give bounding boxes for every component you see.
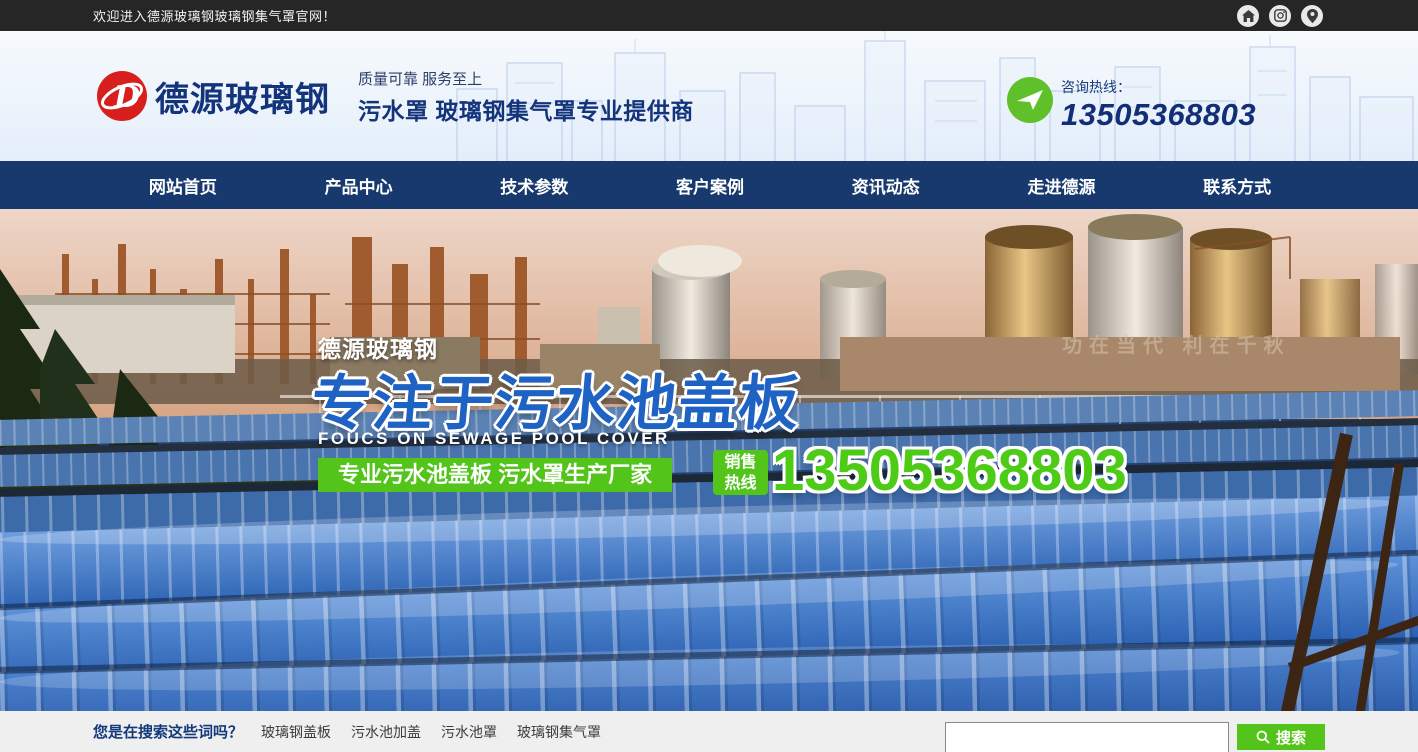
header: D 德源玻璃钢 质量可靠 服务至上 污水罩 玻璃钢集气罩专业提供商 咨询热线： … bbox=[0, 31, 1418, 161]
keyword-link-0[interactable]: 玻璃钢盖板 bbox=[261, 722, 331, 742]
hero-photo bbox=[0, 209, 1418, 711]
sales-hotline-number: 13505368803 bbox=[772, 437, 1127, 504]
camera-icon[interactable] bbox=[1269, 5, 1291, 27]
keyword-link-2[interactable]: 污水池罩 bbox=[441, 722, 497, 742]
hero-banner: 功在当代 利在千秋 德源玻璃钢 专注于污水池盖板 FOUCS ON SEWAGE… bbox=[0, 209, 1418, 711]
search-prompt: 您是在搜索这些词吗？ bbox=[93, 721, 243, 742]
home-icon[interactable] bbox=[1237, 5, 1259, 27]
topbar-social-icons bbox=[1237, 5, 1323, 27]
nav-item-news[interactable]: 资讯动态 bbox=[798, 161, 974, 209]
search-bar: 您是在搜索这些词吗？ 玻璃钢盖板 污水池加盖 污水池罩 玻璃钢集气罩 搜索 bbox=[0, 711, 1418, 752]
hero-cta-button[interactable]: 专业污水池盖板 污水罩生产厂家 bbox=[318, 458, 672, 492]
nav-item-products[interactable]: 产品中心 bbox=[271, 161, 447, 209]
keyword-link-3[interactable]: 玻璃钢集气罩 bbox=[517, 722, 601, 742]
topbar: 欢迎进入德源玻璃钢玻璃钢集气罩官网！ bbox=[0, 0, 1418, 31]
welcome-text: 欢迎进入德源玻璃钢玻璃钢集气罩官网！ bbox=[93, 6, 336, 25]
search-button-label: 搜索 bbox=[1276, 727, 1306, 748]
hotline-number: 13505368803 bbox=[1061, 97, 1256, 133]
nav-item-contact[interactable]: 联系方式 bbox=[1149, 161, 1325, 209]
search-input[interactable] bbox=[945, 722, 1229, 752]
sales-hotline-badge: 销售 热线 bbox=[713, 450, 768, 495]
logo-mark-icon: D bbox=[97, 71, 147, 121]
nav-item-about[interactable]: 走进德源 bbox=[974, 161, 1150, 209]
company-logo[interactable]: D 德源玻璃钢 bbox=[97, 71, 330, 121]
nav-item-cases[interactable]: 客户案例 bbox=[622, 161, 798, 209]
slogan-small: 质量可靠 服务至上 bbox=[358, 68, 694, 89]
logo-text: 德源玻璃钢 bbox=[155, 72, 330, 121]
sales-label-line1: 销售 bbox=[713, 452, 768, 473]
paper-plane-icon bbox=[1007, 77, 1053, 123]
nav-item-home[interactable]: 网站首页 bbox=[95, 161, 271, 209]
slogan-large: 污水罩 玻璃钢集气罩专业提供商 bbox=[358, 92, 694, 126]
hot-keywords: 玻璃钢盖板 污水池加盖 污水池罩 玻璃钢集气罩 bbox=[261, 722, 601, 742]
main-nav: 网站首页 产品中心 技术参数 客户案例 资讯动态 走进德源 联系方式 bbox=[0, 161, 1418, 209]
header-slogan: 质量可靠 服务至上 污水罩 玻璃钢集气罩专业提供商 bbox=[358, 68, 694, 126]
nav-item-specs[interactable]: 技术参数 bbox=[446, 161, 622, 209]
search-icon bbox=[1256, 730, 1270, 744]
hero-subtitle-en: FOUCS ON SEWAGE POOL COVER bbox=[318, 429, 670, 449]
hotline-label: 咨询热线： bbox=[1061, 77, 1256, 97]
keyword-link-1[interactable]: 污水池加盖 bbox=[351, 722, 421, 742]
hotline: 咨询热线： 13505368803 bbox=[1007, 77, 1256, 133]
sales-label-line2: 热线 bbox=[713, 473, 768, 494]
wall-slogan: 功在当代 利在千秋 bbox=[1062, 329, 1291, 358]
search-button[interactable]: 搜索 bbox=[1237, 724, 1325, 750]
location-icon[interactable] bbox=[1301, 5, 1323, 27]
